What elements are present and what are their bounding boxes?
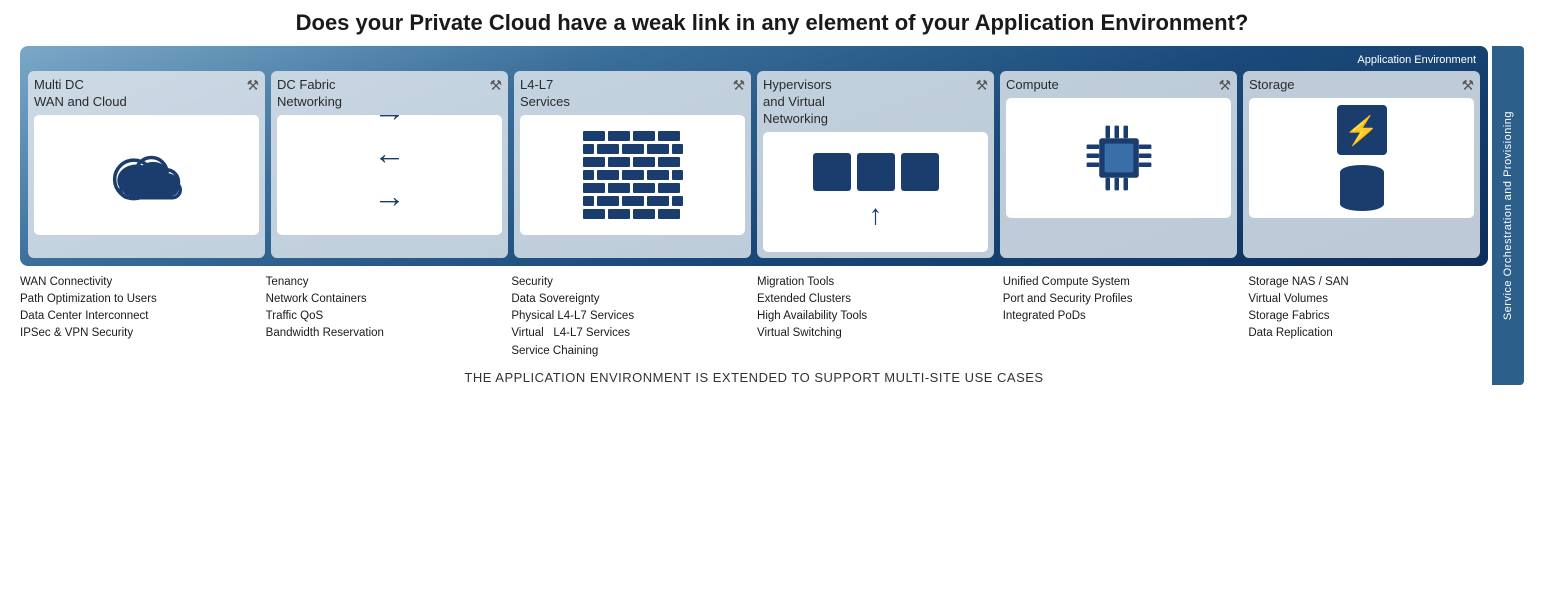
card-image-compute [1006,98,1231,218]
label-item: Migration Tools [757,274,997,291]
label-item: Data Center Interconnect [20,308,260,325]
card-storage: Storage ⚒ ⚡ [1243,71,1480,258]
card-title-compute: Compute [1006,77,1059,94]
vm-arrow-up: ↑ [869,199,883,231]
label-col-dc-fabric: Tenancy Network Containers Traffic QoS B… [266,274,506,360]
card-header-l4-l7: L4-L7Services ⚒ [520,77,745,111]
label-item: Unified Compute System [1003,274,1243,291]
cpu-svg [1074,113,1164,203]
label-item: IPSec & VPN Security [20,325,260,342]
wrench-icon-compute: ⚒ [1218,77,1231,94]
db-bot [1340,197,1384,211]
label-col-hypervisors: Migration Tools Extended Clusters High A… [757,274,997,360]
app-env-label: Application Environment [28,54,1480,66]
label-item: Data Replication [1248,325,1488,342]
wrench-icon-l4-l7: ⚒ [732,77,745,94]
label-item: Traffic QoS [266,308,506,325]
db-top [1340,165,1384,179]
page-wrapper: Does your Private Cloud have a weak link… [0,0,1544,395]
labels-row: WAN Connectivity Path Optimization to Us… [20,274,1488,360]
card-header-storage: Storage ⚒ [1249,77,1474,94]
label-item: Bandwidth Reservation [266,325,506,342]
main-title: Does your Private Cloud have a weak link… [20,10,1524,36]
wrench-icon-dc-fabric: ⚒ [489,77,502,94]
label-col-multi-dc: WAN Connectivity Path Optimization to Us… [20,274,260,360]
card-hypervisors: Hypervisorsand VirtualNetworking ⚒ ↑ [757,71,994,258]
card-image-dc-fabric [277,115,502,235]
vm-sq-1 [813,153,851,191]
db-mid [1340,179,1384,197]
arrow-left-1 [374,135,406,172]
card-header-dc-fabric: DC FabricNetworking ⚒ [277,77,502,111]
label-col-storage: Storage NAS / SAN Virtual Volumes Storag… [1248,274,1488,360]
label-item: Storage Fabrics [1248,308,1488,325]
arrow-right-2 [374,178,406,215]
card-header-hypervisors: Hypervisorsand VirtualNetworking ⚒ [763,77,988,128]
card-title-multi-dc: Multi DCWAN and Cloud [34,77,127,111]
db-icon [1340,165,1384,211]
label-item: Extended Clusters [757,291,997,308]
label-col-compute: Unified Compute System Port and Security… [1003,274,1243,360]
arrow-left-2 [374,221,406,235]
card-title-dc-fabric: DC FabricNetworking [277,77,342,111]
label-item: Virtual Switching [757,325,997,342]
vm-sq-3 [901,153,939,191]
lightning-box: ⚡ [1337,105,1387,155]
card-image-multi-dc [34,115,259,235]
label-item: Data Sovereignty [511,291,751,308]
card-title-storage: Storage [1249,77,1295,94]
storage-icon: ⚡ [1337,105,1387,211]
arrows-icon [364,115,416,235]
card-l4-l7: L4-L7Services ⚒ [514,71,751,258]
label-item: Physical L4-L7 Services [511,308,751,325]
card-multi-dc: Multi DCWAN and Cloud ⚒ [28,71,265,258]
wrench-icon-multi-dc: ⚒ [246,77,259,94]
vm-icon: ↑ [813,153,939,231]
label-item: Service Chaining [511,343,751,360]
card-image-storage: ⚡ [1249,98,1474,218]
card-image-l4-l7 [520,115,745,235]
label-item: Virtual Volumes [1248,291,1488,308]
cloud-svg [102,140,192,210]
label-col-l4-l7: Security Data Sovereignty Physical L4-L7… [511,274,751,360]
vm-sq-2 [857,153,895,191]
label-item: Tenancy [266,274,506,291]
bricks-icon [575,123,691,227]
diagram-and-labels: Application Environment Multi DCWAN and … [20,46,1488,385]
content-area: Application Environment Multi DCWAN and … [20,46,1524,385]
wrench-icon-hypervisors: ⚒ [975,77,988,94]
card-title-hypervisors: Hypervisorsand VirtualNetworking [763,77,832,128]
label-item: High Availability Tools [757,308,997,325]
label-item: Path Optimization to Users [20,291,260,308]
wrench-icon-storage: ⚒ [1461,77,1474,94]
label-item: Security [511,274,751,291]
label-item: Integrated PoDs [1003,308,1243,325]
arrow-right-1 [374,115,406,129]
label-item: Port and Security Profiles [1003,291,1243,308]
label-item: WAN Connectivity [20,274,260,291]
card-image-hypervisors: ↑ [763,132,988,252]
card-title-l4-l7: L4-L7Services [520,77,570,111]
card-header-compute: Compute ⚒ [1006,77,1231,94]
footer-text: THE APPLICATION ENVIRONMENT IS EXTENDED … [20,370,1488,385]
diagram-box: Application Environment Multi DCWAN and … [20,46,1488,266]
label-item: Storage NAS / SAN [1248,274,1488,291]
label-item: Network Containers [266,291,506,308]
card-compute: Compute ⚒ [1000,71,1237,258]
label-item: Virtual L4-L7 Services [511,325,751,342]
cards-row: Multi DCWAN and Cloud ⚒ [28,71,1480,258]
sidebar-text: Service Orchestration and Provisioning [1502,111,1514,320]
card-header-multi-dc: Multi DCWAN and Cloud ⚒ [34,77,259,111]
card-dc-fabric: DC FabricNetworking ⚒ [271,71,508,258]
right-sidebar: Service Orchestration and Provisioning [1492,46,1524,385]
